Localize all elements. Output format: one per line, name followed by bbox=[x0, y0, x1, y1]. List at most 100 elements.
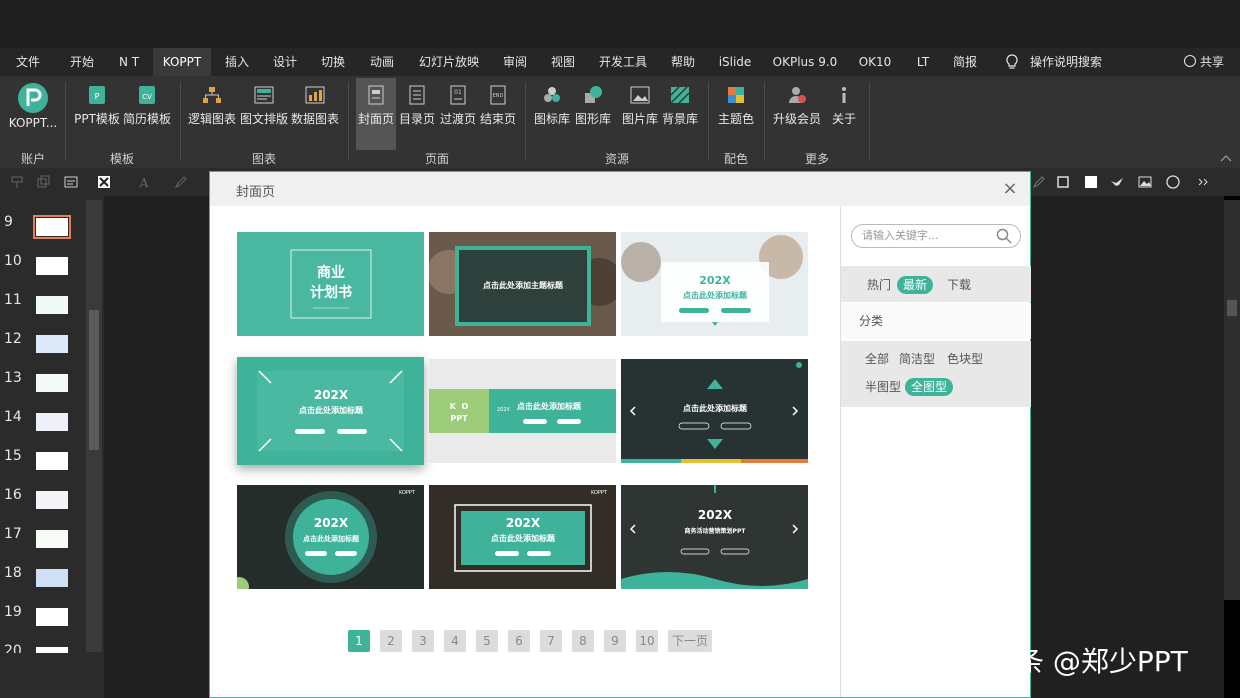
slide-thumbnail[interactable]: 15 bbox=[0, 448, 86, 487]
menu-insert[interactable]: 插入 bbox=[218, 48, 256, 76]
category-half-image[interactable]: 半图型 bbox=[859, 378, 907, 396]
page-button-4[interactable]: 4 bbox=[444, 630, 466, 652]
menu-developer[interactable]: 开发工具 bbox=[592, 48, 654, 76]
logic-chart-button[interactable]: 逻辑图表 bbox=[187, 78, 237, 150]
category-full-image[interactable]: 全图型 bbox=[905, 378, 954, 396]
template-card[interactable]: 202X 点击此处添加标题 bbox=[621, 232, 808, 336]
menu-lt[interactable]: LT bbox=[908, 48, 938, 76]
template-card[interactable]: 202X 商务活动营销策划PPT bbox=[621, 485, 808, 589]
template-card[interactable]: 202X 点击此处添加标题 KOPPT bbox=[237, 485, 424, 589]
slide-thumbnail[interactable]: 19 bbox=[0, 604, 86, 643]
template-card[interactable]: 点击此处添加主题标题 bbox=[429, 232, 616, 336]
arrange-icon[interactable] bbox=[36, 175, 50, 189]
page-button-2[interactable]: 2 bbox=[380, 630, 402, 652]
close-icon[interactable]: × bbox=[1000, 179, 1020, 199]
about-button[interactable]: 关于 bbox=[826, 78, 862, 150]
share-button[interactable]: 共享 bbox=[1183, 48, 1224, 76]
slide-thumbnail[interactable]: 17 bbox=[0, 526, 86, 565]
slide-preview bbox=[36, 296, 68, 314]
layout-dropdown-icon[interactable] bbox=[64, 175, 78, 189]
page-button-8[interactable]: 8 bbox=[572, 630, 594, 652]
bird-icon[interactable] bbox=[1110, 175, 1124, 189]
page-button-3[interactable]: 3 bbox=[412, 630, 434, 652]
transition-page-button[interactable]: 01 过渡页 bbox=[438, 78, 478, 150]
circle-icon[interactable] bbox=[1166, 175, 1180, 189]
picture-icon[interactable] bbox=[1138, 175, 1152, 189]
menu-view[interactable]: 视图 bbox=[544, 48, 582, 76]
slide-thumbnail[interactable]: 12 bbox=[0, 331, 86, 370]
toc-page-button[interactable]: 目录页 bbox=[397, 78, 437, 150]
upgrade-member-button[interactable]: 升级会员 bbox=[770, 78, 824, 150]
menu-help[interactable]: 帮助 bbox=[664, 48, 702, 76]
slide-thumbnail[interactable]: 20 bbox=[0, 643, 86, 653]
font-color-icon[interactable]: A bbox=[137, 175, 151, 189]
menu-file[interactable]: 文件 bbox=[8, 48, 48, 76]
scrollbar-handle[interactable] bbox=[1227, 300, 1237, 316]
slide-thumbnail[interactable]: 14 bbox=[0, 409, 86, 448]
slide-thumbnail[interactable]: 18 bbox=[0, 565, 86, 604]
next-page-button[interactable]: 下一页 bbox=[668, 630, 712, 652]
menu-home[interactable]: 开始 bbox=[62, 48, 102, 76]
tell-me-search[interactable]: 操作说明搜索 bbox=[1024, 48, 1108, 76]
menu-design[interactable]: 设计 bbox=[266, 48, 304, 76]
template-card[interactable]: KO PPT 点击此处添加标题 202X bbox=[429, 359, 616, 463]
cover-page-button[interactable]: 封面页 bbox=[356, 78, 396, 150]
sort-hot[interactable]: 热门 bbox=[861, 276, 897, 294]
menu-review[interactable]: 审阅 bbox=[496, 48, 534, 76]
thumbnail-scrollbar[interactable] bbox=[86, 200, 102, 652]
slide-thumbnail[interactable]: 16 bbox=[0, 487, 86, 526]
search-icon[interactable] bbox=[996, 228, 1012, 244]
menu-koppt[interactable]: KOPPT bbox=[153, 48, 211, 76]
end-page-button[interactable]: END 结束页 bbox=[478, 78, 518, 150]
page-button-6[interactable]: 6 bbox=[508, 630, 530, 652]
koppt-account-button[interactable]: KOPPT... bbox=[6, 78, 60, 150]
menu-okplus[interactable]: OKPlus 9.0 bbox=[768, 48, 842, 76]
slide-thumbnail[interactable]: 13 bbox=[0, 370, 86, 409]
background-library-button[interactable]: 背景库 bbox=[660, 78, 700, 150]
more-tools-icon[interactable] bbox=[1196, 175, 1210, 189]
shape-library-button[interactable]: 图形库 bbox=[573, 78, 613, 150]
collapse-ribbon-icon[interactable] bbox=[1220, 154, 1232, 162]
keyword-search-input[interactable]: 请输入关键字... bbox=[851, 224, 1021, 248]
sort-download[interactable]: 下载 bbox=[941, 276, 977, 294]
crop-icon[interactable] bbox=[1056, 175, 1070, 189]
text-image-layout-button[interactable]: 图文排版 bbox=[239, 78, 289, 150]
template-card[interactable]: 202X 点击此处添加标题 bbox=[237, 357, 424, 465]
editor-scrollbar[interactable] bbox=[1224, 200, 1240, 600]
resume-template-button[interactable]: CV 简历模板 bbox=[122, 78, 172, 150]
page-button-5[interactable]: 5 bbox=[476, 630, 498, 652]
ppt-template-button[interactable]: P PPT模板 bbox=[72, 78, 122, 150]
sort-newest[interactable]: 最新 bbox=[897, 276, 934, 294]
slide-thumbnail[interactable]: 11 bbox=[0, 292, 86, 331]
format-painter-icon[interactable] bbox=[10, 175, 24, 189]
pen-icon[interactable] bbox=[174, 175, 188, 189]
shape-fill-icon[interactable] bbox=[97, 175, 111, 189]
menu-islide[interactable]: iSlide bbox=[712, 48, 758, 76]
category-simple[interactable]: 简洁型 bbox=[893, 350, 941, 368]
menu-transition[interactable]: 切换 bbox=[314, 48, 352, 76]
image-library-button[interactable]: 图片库 bbox=[620, 78, 660, 150]
category-all[interactable]: 全部 bbox=[859, 350, 895, 368]
page-button-1[interactable]: 1 bbox=[348, 630, 370, 652]
icon-library-button[interactable]: 图标库 bbox=[532, 78, 572, 150]
logic-chart-label: 逻辑图表 bbox=[187, 112, 236, 126]
template-card[interactable]: 点击此处添加标题 bbox=[621, 359, 808, 463]
page-button-9[interactable]: 9 bbox=[604, 630, 626, 652]
menu-nt[interactable]: N T bbox=[110, 48, 148, 76]
theme-color-button[interactable]: 主题色 bbox=[715, 78, 757, 150]
category-block[interactable]: 色块型 bbox=[941, 350, 989, 368]
scrollbar-handle[interactable] bbox=[89, 310, 99, 450]
pen-tool-icon[interactable] bbox=[1032, 175, 1046, 189]
menu-ok10[interactable]: OK10 bbox=[852, 48, 898, 76]
rectangle-icon[interactable] bbox=[1084, 175, 1098, 189]
slide-thumbnail[interactable]: 9 bbox=[0, 214, 86, 253]
menu-briefing[interactable]: 简报 bbox=[946, 48, 984, 76]
template-card[interactable]: 商业 计划书 bbox=[237, 232, 424, 336]
menu-animation[interactable]: 动画 bbox=[363, 48, 401, 76]
template-card[interactable]: 202X 点击此处添加标题 KOPPT bbox=[429, 485, 616, 589]
menu-slideshow[interactable]: 幻灯片放映 bbox=[412, 48, 486, 76]
slide-thumbnail[interactable]: 10 bbox=[0, 253, 86, 292]
page-button-10[interactable]: 10 bbox=[636, 630, 658, 652]
data-chart-button[interactable]: 数据图表 bbox=[290, 78, 340, 150]
page-button-7[interactable]: 7 bbox=[540, 630, 562, 652]
